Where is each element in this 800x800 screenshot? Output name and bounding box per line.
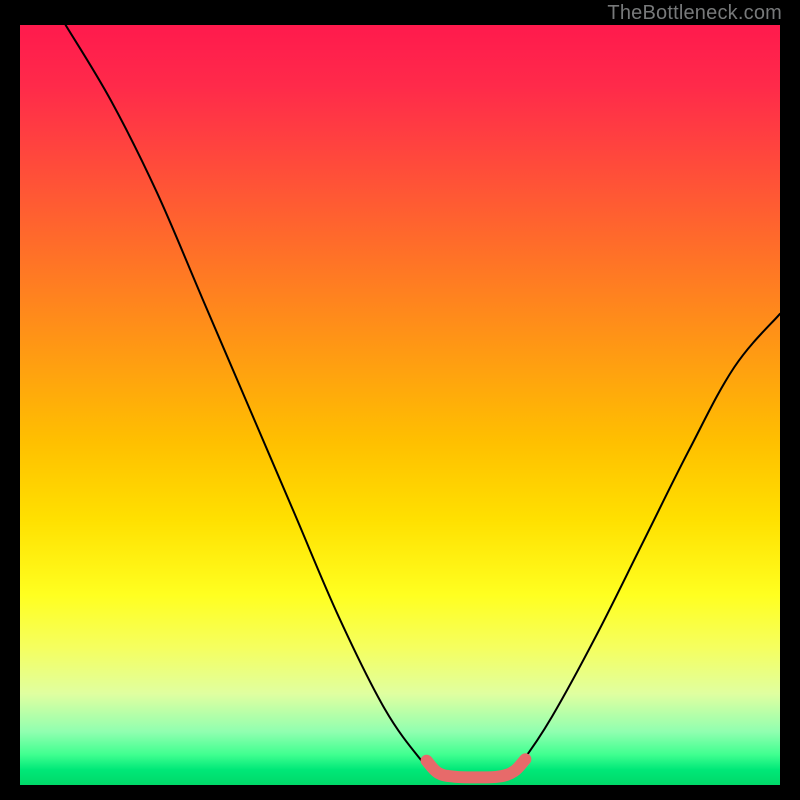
chart-svg <box>20 25 780 785</box>
chart-container: TheBottleneck.com <box>0 0 800 800</box>
bottleneck-curve <box>66 25 780 779</box>
highlight-segment <box>427 759 526 777</box>
watermark-text: TheBottleneck.com <box>607 2 782 25</box>
plot-area <box>20 25 780 785</box>
